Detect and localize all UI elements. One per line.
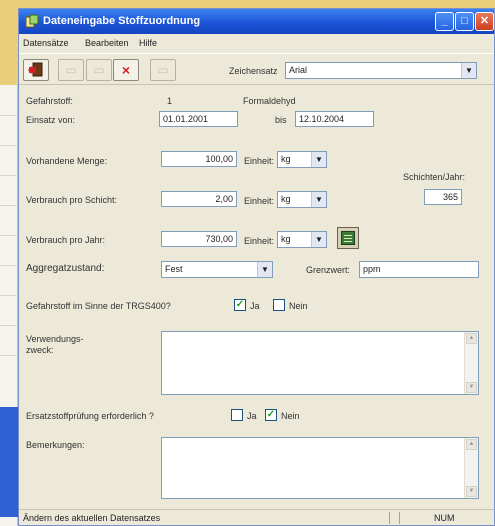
window-title: Dateneingabe Stoffzuordnung <box>43 15 201 27</box>
background-selection <box>0 407 18 517</box>
background-row <box>0 175 18 176</box>
background-row <box>0 145 18 146</box>
close-icon[interactable]: ✕ <box>475 12 494 31</box>
menu-bar: Datensätze Bearbeiten Hilfe <box>19 34 494 52</box>
einheit-jahr-select[interactable]: kg ▼ <box>277 231 327 248</box>
chevron-down-icon[interactable]: ▼ <box>257 262 272 277</box>
num-indicator: NUM <box>434 513 455 523</box>
background-row <box>0 205 18 206</box>
schicht-input[interactable]: 2,00 <box>161 191 237 207</box>
einsatz-bis-input[interactable]: 12.10.2004 <box>295 111 374 127</box>
einheit-menge-label: Einheit: <box>244 156 275 166</box>
einheit-schicht-select[interactable]: kg ▼ <box>277 191 327 208</box>
aggregat-label: Aggregatzustand: <box>26 263 105 274</box>
gefahrstoff-value: 1 <box>167 96 173 106</box>
calculate-button[interactable] <box>337 227 359 249</box>
schicht-label: Verbrauch pro Schicht: <box>26 195 118 205</box>
font-select[interactable]: Arial ▼ <box>285 62 477 79</box>
calculator-icon <box>341 231 355 245</box>
maximize-icon[interactable]: □ <box>455 12 474 31</box>
aggregat-select[interactable]: Fest ▼ <box>161 261 273 278</box>
chevron-down-icon[interactable]: ▼ <box>311 192 326 207</box>
einheit-menge-select[interactable]: kg ▼ <box>277 151 327 168</box>
toolbar-button-disabled[interactable]: ▭ <box>86 59 112 81</box>
toolbar-button-disabled[interactable]: ▭ <box>58 59 84 81</box>
scroll-up-icon[interactable]: ▲ <box>466 439 477 450</box>
exit-door-icon <box>28 62 43 77</box>
jahr-input[interactable]: 730,00 <box>161 231 237 247</box>
trgs-label: Gefahrstoff im Sinne der TRGS400? <box>26 301 171 311</box>
background-row <box>0 325 18 326</box>
exit-button[interactable] <box>23 59 49 81</box>
minimize-icon[interactable]: _ <box>435 12 454 31</box>
status-bar: Ändern des aktuellen Datensatzes NUM <box>19 509 494 525</box>
font-label: Zeichensatz <box>229 66 278 76</box>
menge-input[interactable]: 100,00 <box>161 151 237 167</box>
ersatz-nein-checkbox[interactable]: ✓ <box>265 409 277 421</box>
einheit-schicht-value: kg <box>281 194 291 204</box>
scrollbar[interactable]: ▲ ▼ <box>464 332 478 394</box>
trgs-nein-label: Nein <box>289 301 308 311</box>
menu-datensaetze[interactable]: Datensätze <box>23 38 69 48</box>
einsatz-von-input[interactable]: 01.01.2001 <box>159 111 238 127</box>
zweck-textarea[interactable]: ▲ ▼ <box>161 331 479 395</box>
menu-hilfe[interactable]: Hilfe <box>139 38 157 48</box>
jahr-label: Verbrauch pro Jahr: <box>26 235 106 245</box>
background-row <box>0 235 18 236</box>
background-row <box>0 295 18 296</box>
toolbar-button-disabled[interactable]: ▭ <box>150 59 176 81</box>
chevron-down-icon[interactable]: ▼ <box>461 63 476 78</box>
bemerkungen-label: Bemerkungen: <box>26 440 85 450</box>
einheit-jahr-value: kg <box>281 234 291 244</box>
background-row <box>0 355 18 356</box>
bis-label: bis <box>275 115 287 125</box>
einheit-menge-value: kg <box>281 154 291 164</box>
bemerkungen-textarea[interactable]: ▲ ▼ <box>161 437 479 499</box>
dialog-window: Dateneingabe Stoffzuordnung _ □ ✕ Datens… <box>18 8 495 526</box>
chevron-down-icon[interactable]: ▼ <box>311 232 326 247</box>
einheit-jahr-label: Einheit: <box>244 236 275 246</box>
toolbar: ▭ ▭ × ▭ Zeichensatz Arial ▼ <box>19 53 494 85</box>
ersatz-ja-checkbox[interactable] <box>231 409 243 421</box>
trgs-ja-label: Ja <box>250 301 260 311</box>
einheit-schicht-label: Einheit: <box>244 196 275 206</box>
gefahrstoff-label: Gefahrstoff: <box>26 96 73 106</box>
app-icon <box>25 14 39 28</box>
grenzwert-label: Grenzwert: <box>306 265 351 275</box>
ersatz-nein-label: Nein <box>281 411 300 421</box>
delete-icon: × <box>121 62 131 78</box>
status-divider <box>399 512 400 524</box>
title-bar[interactable]: Dateneingabe Stoffzuordnung _ □ ✕ <box>19 9 494 34</box>
scroll-up-icon[interactable]: ▲ <box>466 333 477 344</box>
gefahrstoff-name: Formaldehyd <box>243 96 296 106</box>
background-list <box>0 85 18 526</box>
font-select-value: Arial <box>289 65 308 75</box>
menu-bearbeiten[interactable]: Bearbeiten <box>85 38 129 48</box>
status-divider <box>389 512 390 524</box>
scroll-down-icon[interactable]: ▼ <box>466 486 477 497</box>
ersatz-label: Ersatzstoffprüfung erforderlich ? <box>26 411 154 421</box>
scroll-down-icon[interactable]: ▼ <box>466 382 477 393</box>
scrollbar[interactable]: ▲ ▼ <box>464 438 478 498</box>
background-row <box>0 265 18 266</box>
grenzwert-input[interactable]: ppm <box>359 261 479 278</box>
schichten-label: Schichten/Jahr: <box>403 172 466 182</box>
aggregat-value: Fest <box>165 264 183 274</box>
delete-button[interactable]: × <box>113 59 139 81</box>
menge-label: Vorhandene Menge: <box>26 156 108 166</box>
status-text: Ändern des aktuellen Datensatzes <box>23 513 161 523</box>
background-row <box>0 115 18 116</box>
zweck-label: Verwendungs- zweck: <box>26 334 84 355</box>
schichten-input[interactable]: 365 <box>424 189 462 205</box>
ersatz-ja-label: Ja <box>247 411 257 421</box>
chevron-down-icon[interactable]: ▼ <box>311 152 326 167</box>
einsatz-label: Einsatz von: <box>26 115 76 125</box>
trgs-ja-checkbox[interactable]: ✓ <box>234 299 246 311</box>
trgs-nein-checkbox[interactable] <box>273 299 285 311</box>
